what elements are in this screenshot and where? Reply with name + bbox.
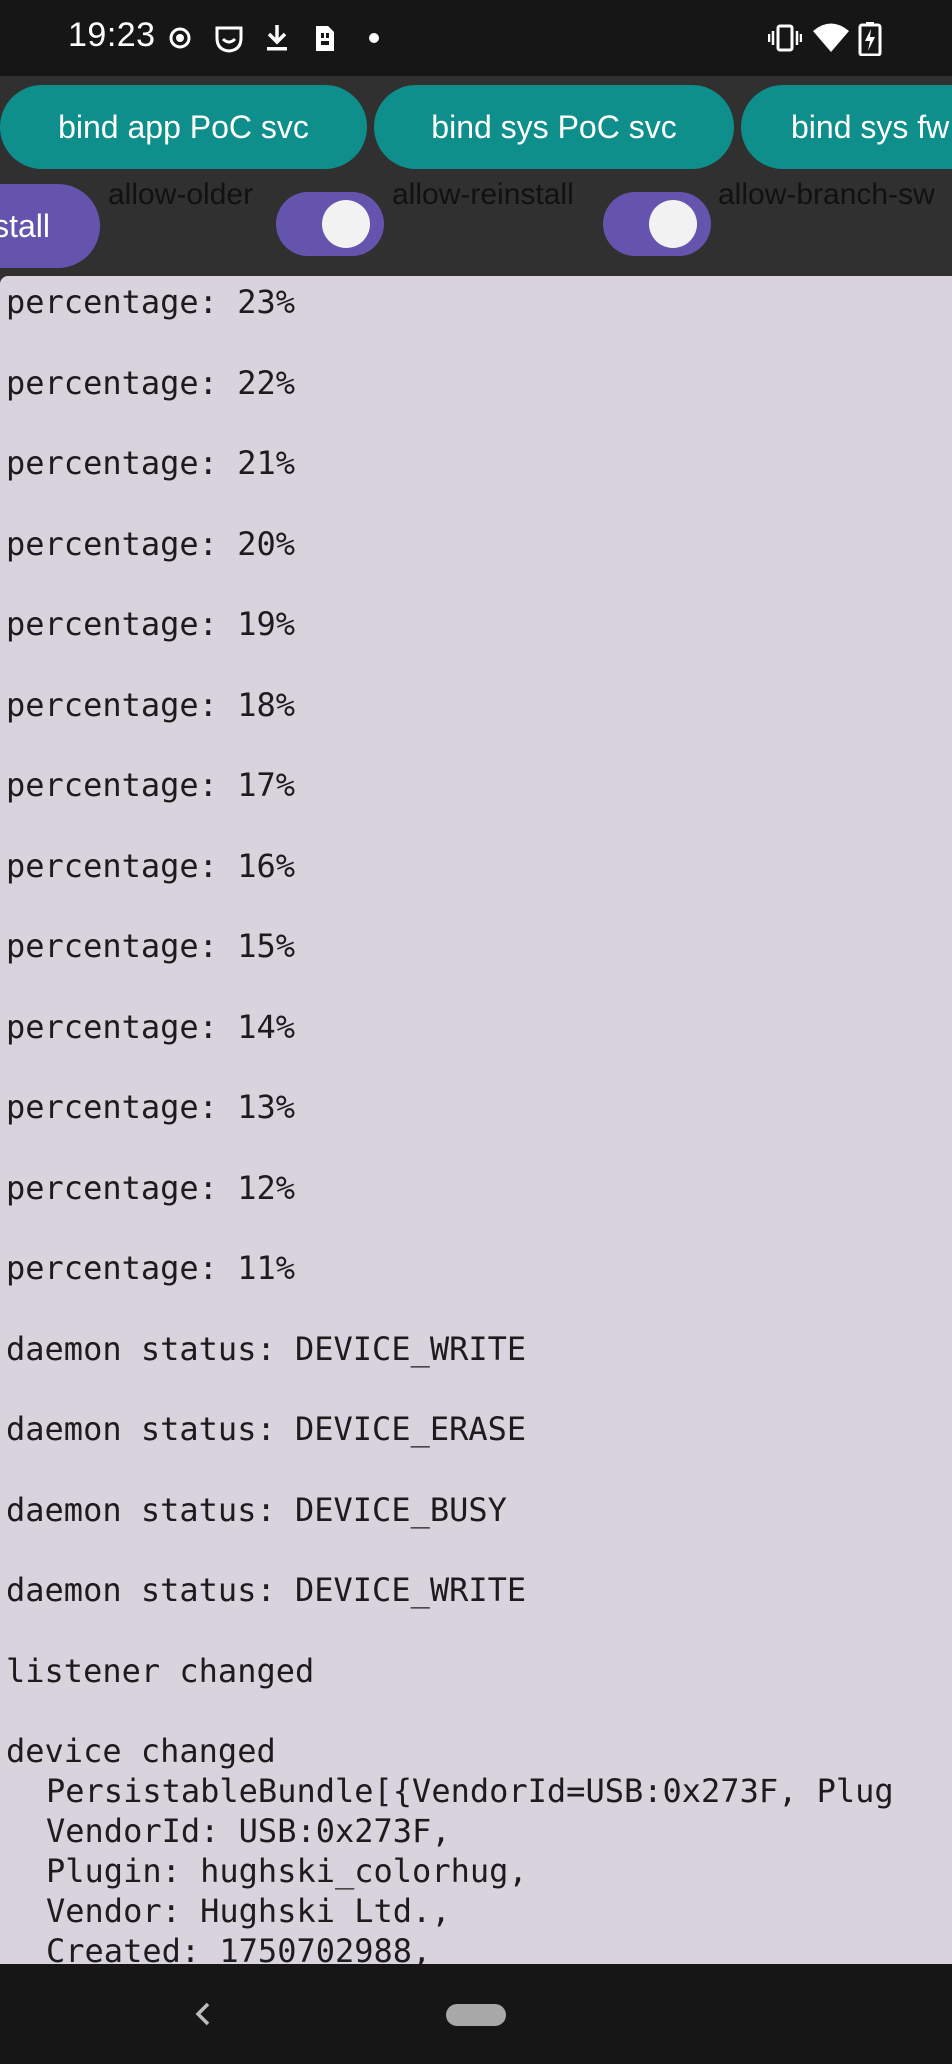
device-detail-line: Vendor: Hughski Ltd., (46, 1892, 451, 1930)
log-line: percentage: 18% (6, 685, 295, 724)
device-detail-line: Plugin: hughski_colorhug, (46, 1852, 528, 1890)
log-line: daemon status: DEVICE_ERASE (6, 1410, 527, 1448)
log-line: percentage: 21% (6, 444, 295, 482)
target-icon (168, 22, 192, 59)
allow-older-label: allow-older (108, 178, 254, 211)
bind-app-poc-svc-button[interactable]: bind app PoC svc (0, 85, 367, 169)
device-detail-line: PersistableBundle[{VendorId=USB:0x273F, … (46, 1772, 894, 1810)
bind-sys-fw-button[interactable]: bind sys fw (741, 85, 952, 169)
toolbar: bind app PoC svc bind sys PoC svc bind s… (0, 76, 952, 276)
allow-older-toggle[interactable] (276, 192, 384, 256)
install-button[interactable]: stall (0, 184, 100, 268)
log-line: listener changed (6, 1651, 315, 1690)
log-line: percentage: 19% (6, 605, 295, 643)
device-detail-line: VendorId: USB:0x273F, (46, 1812, 451, 1850)
log-line: percentage: 23% (6, 283, 295, 321)
log-line: percentage: 13% (6, 1088, 295, 1126)
log-line: percentage: 12% (6, 1168, 295, 1207)
log-line: daemon status: DEVICE_BUSY (6, 1490, 507, 1529)
allow-reinstall-toggle[interactable] (603, 192, 711, 256)
log-line: percentage: 20% (6, 524, 295, 563)
dot-icon (368, 22, 380, 59)
toggle-knob (649, 200, 697, 248)
toggle-knob (322, 200, 370, 248)
download-icon (264, 22, 290, 59)
home-pill-icon[interactable] (446, 2004, 506, 2026)
allow-branch-switch-label: allow-branch-sw (718, 178, 935, 211)
log-line: percentage: 15% (6, 927, 295, 965)
shield-face-icon (214, 22, 244, 59)
vibrate-icon (767, 22, 803, 59)
sim-card-icon (314, 22, 336, 59)
log-output[interactable]: percentage: 23% percentage: 22% percenta… (0, 276, 952, 1964)
log-line: percentage: 11% (6, 1249, 295, 1287)
log-line: percentage: 17% (6, 766, 295, 804)
log-line: daemon status: DEVICE_WRITE (6, 1329, 527, 1368)
log-line: percentage: 14% (6, 1007, 295, 1046)
log-list: percentage: 23% percentage: 22% percenta… (0, 282, 894, 1964)
status-time: 19:23 (68, 16, 156, 54)
log-line: device changed (6, 1732, 276, 1770)
device-detail-line: Created: 1750702988, (46, 1932, 432, 1964)
battery-charging-icon (858, 22, 882, 61)
allow-reinstall-label: allow-reinstall (392, 178, 574, 211)
back-icon[interactable] (190, 1996, 216, 2037)
bind-sys-poc-svc-button[interactable]: bind sys PoC svc (374, 85, 734, 169)
log-line: percentage: 16% (6, 846, 295, 885)
navigation-bar (0, 1964, 952, 2064)
wifi-icon (812, 22, 850, 59)
log-line: percentage: 22% (6, 363, 295, 402)
log-line: daemon status: DEVICE_WRITE (6, 1571, 527, 1609)
status-bar: 19:23 (0, 0, 952, 76)
